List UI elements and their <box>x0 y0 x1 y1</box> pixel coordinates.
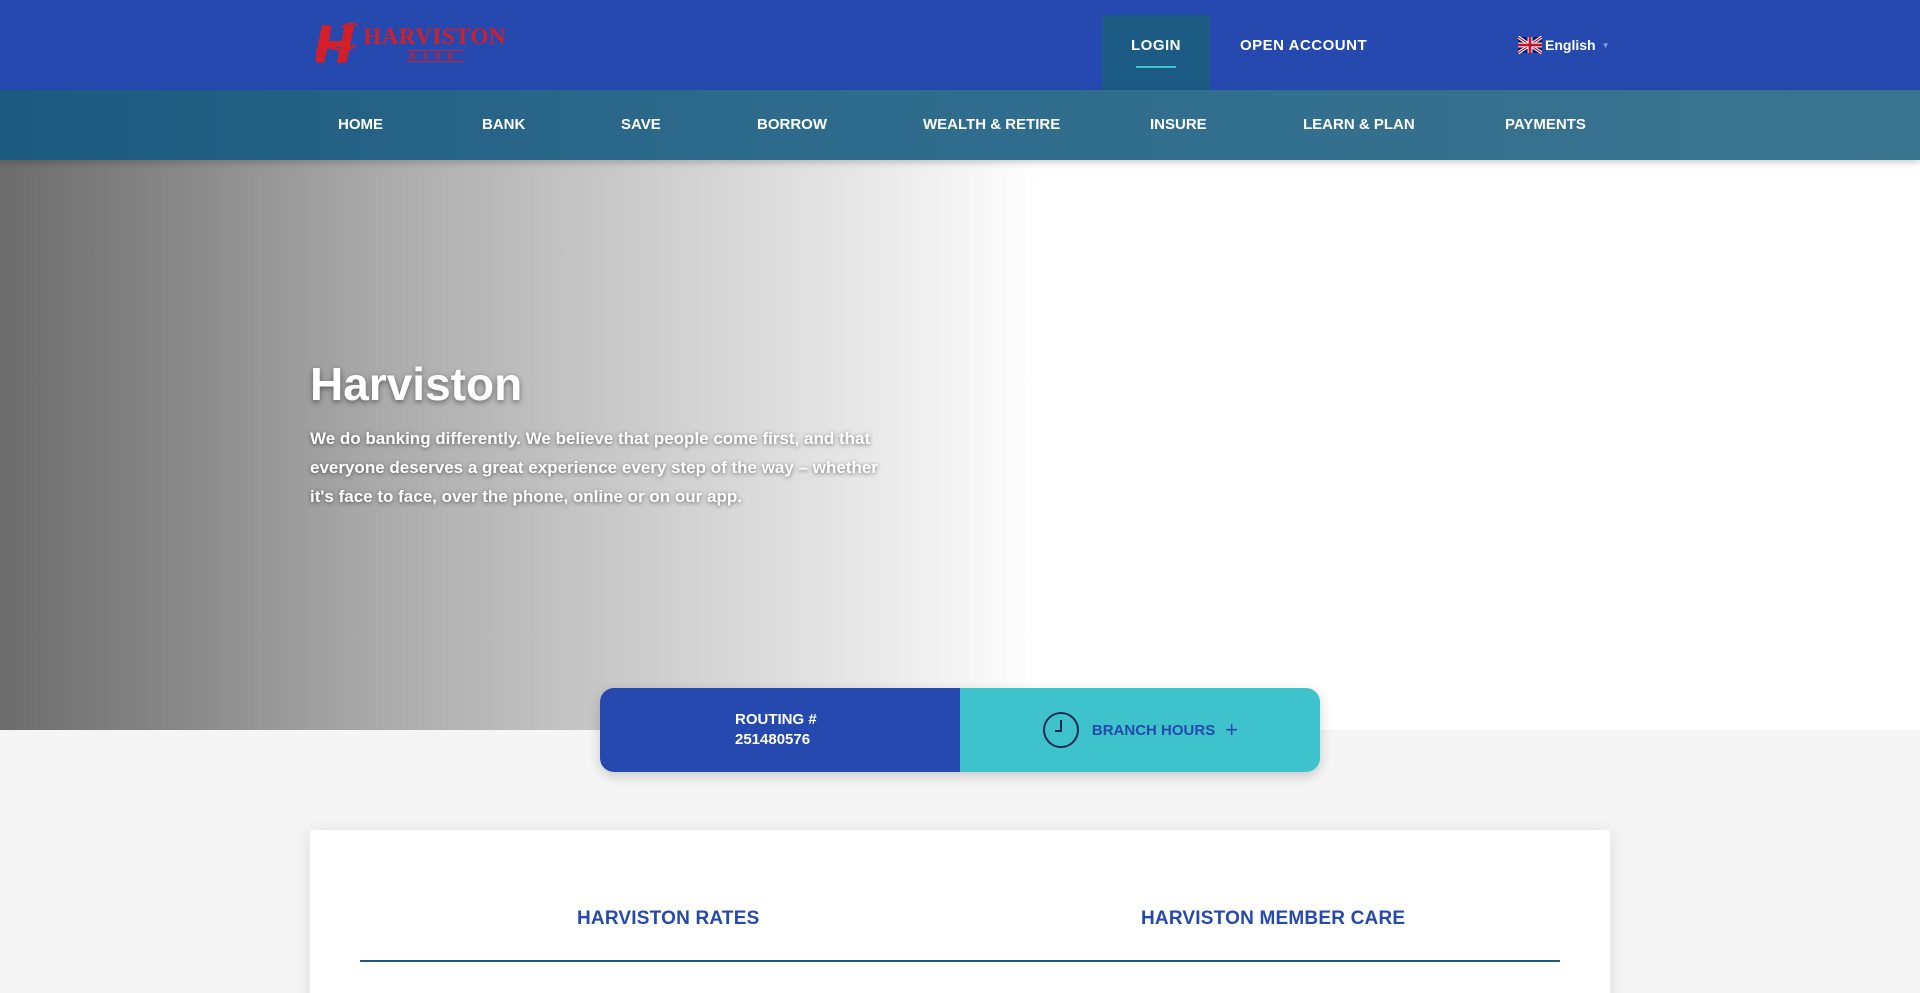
quick-info-strip: ROUTING # 251480576 BRANCH HOURS + <box>600 688 1320 772</box>
hero-banner: Harviston We do banking differently. We … <box>0 160 1920 730</box>
harviston-logo[interactable]: HARVISTON BANK <box>316 20 506 68</box>
info-card: HARVISTON RATES HARVISTON MEMBER CARE <box>310 830 1610 993</box>
routing-number-panel: ROUTING # 251480576 <box>600 688 960 772</box>
nav-item-wealth-retire[interactable]: WEALTH & RETIRE <box>923 116 1060 133</box>
language-label: English <box>1545 37 1596 53</box>
clock-icon <box>1042 712 1079 748</box>
nav-item-learn-plan[interactable]: LEARN & PLAN <box>1303 116 1415 133</box>
login-label: LOGIN <box>1131 37 1181 54</box>
tab-divider <box>360 960 1560 962</box>
nav-item-borrow[interactable]: BORROW <box>757 116 827 133</box>
main-nav: HOME BANK SAVE BORROW WEALTH & RETIRE IN… <box>0 90 1920 160</box>
tab-harviston-member-care[interactable]: HARVISTON MEMBER CARE <box>1141 908 1405 930</box>
nav-item-insure[interactable]: INSURE <box>1150 116 1207 133</box>
routing-number: 251480576 <box>735 731 811 748</box>
logo-subtitle: BANK <box>405 50 464 62</box>
login-button[interactable]: LOGIN <box>1102 15 1210 90</box>
nav-item-home[interactable]: HOME <box>338 116 383 133</box>
chevron-down-icon: ▼ <box>1601 40 1610 50</box>
nav-item-save[interactable]: SAVE <box>621 116 661 133</box>
nav-item-bank[interactable]: BANK <box>482 116 525 133</box>
language-selector[interactable]: English ▼ <box>1518 36 1609 54</box>
logo-h-icon <box>316 22 358 63</box>
hero-title: Harviston <box>310 358 523 410</box>
top-bar: HARVISTON BANK LOGIN OPEN ACCOUNT Englis… <box>0 0 1920 90</box>
branch-hours-label: BRANCH HOURS <box>1091 721 1216 739</box>
routing-label: ROUTING # <box>735 711 817 728</box>
plus-icon: + <box>1225 717 1239 742</box>
hero-description: We do banking differently. We believe th… <box>310 429 878 506</box>
logo-wordmark: HARVISTON <box>363 24 506 49</box>
tab-harviston-rates[interactable]: HARVISTON RATES <box>577 908 759 930</box>
uk-flag-icon <box>1518 36 1542 54</box>
login-active-indicator <box>1136 66 1176 68</box>
open-account-link[interactable]: OPEN ACCOUNT <box>1240 37 1367 54</box>
branch-hours-button[interactable]: BRANCH HOURS + <box>960 688 1320 772</box>
nav-item-payments[interactable]: PAYMENTS <box>1505 116 1586 133</box>
